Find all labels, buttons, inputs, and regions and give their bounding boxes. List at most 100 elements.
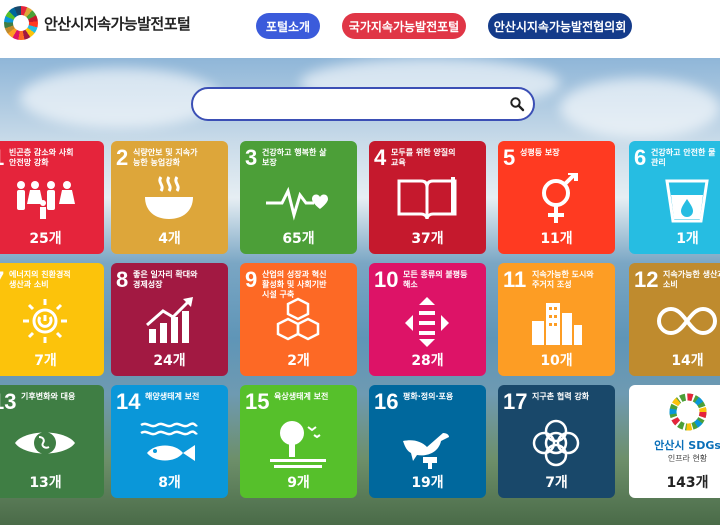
goal-title: 에너지의 친환경적 생산과 소비 xyxy=(9,270,71,289)
city-icon xyxy=(532,303,582,345)
goal-title: 지속가능한 도시와 주거지 조성 xyxy=(532,270,594,289)
cubes-icon xyxy=(276,297,320,341)
goal-number: 17 xyxy=(503,389,528,414)
goal-count: 24개 xyxy=(153,353,186,369)
goal-number: 7 xyxy=(0,267,4,293)
goal-count: 7개 xyxy=(34,353,57,369)
goal-title: 기후변화와 대응 xyxy=(21,392,76,401)
dove-icon xyxy=(403,433,449,469)
goal-count: 13개 xyxy=(29,475,62,491)
search-icon[interactable] xyxy=(509,96,525,112)
sdg-goal-tile-2[interactable]: 2 식량안보 및 지속가능한 농업강화 4개 xyxy=(111,141,228,254)
goal-number: 15 xyxy=(245,389,270,414)
goal-title: 지구촌 협력 강화 xyxy=(532,392,590,401)
growth-chart-icon xyxy=(146,297,193,343)
nav-council-button[interactable]: 안산시지속가능발전협의회 xyxy=(488,13,632,39)
goal-count: 9개 xyxy=(287,475,310,491)
heartbeat-icon xyxy=(266,186,328,221)
goal-number: 13 xyxy=(0,389,17,414)
goal-number: 6 xyxy=(634,145,647,170)
goal-number: 11 xyxy=(503,267,527,292)
cloud xyxy=(20,68,220,128)
goal-title: 모든 종류의 불평등 해소 xyxy=(403,270,468,289)
sdg-goal-tile-17[interactable]: 17 지구촌 협력 강화 7개 xyxy=(498,385,615,498)
goal-count: 1개 xyxy=(676,231,699,247)
goal-title: 식량안보 및 지속가능한 농업강화 xyxy=(133,148,198,167)
goal-number: 9 xyxy=(245,267,258,292)
site-header: 안산시지속가능발전포털 포털소개 국가지속가능발전포털 안산시지속가능발전협의회 xyxy=(0,0,720,58)
goal-number: 14 xyxy=(116,389,141,414)
infinity-icon xyxy=(657,306,717,336)
cloud xyxy=(560,78,720,138)
sun-power-icon xyxy=(23,299,67,343)
goal-count: 8개 xyxy=(158,475,181,491)
sdg-wheel-icon xyxy=(669,393,707,431)
goal-count: 10개 xyxy=(540,353,573,369)
infra-subtitle: 인프라 현황 xyxy=(667,454,708,463)
goal-title: 성평등 보장 xyxy=(520,148,560,157)
sdg-goal-tile-14[interactable]: 14 해양생태계 보전 8개 xyxy=(111,385,228,498)
goal-title: 지속가능한 생산과 소비 xyxy=(663,270,720,289)
food-bowl-icon xyxy=(145,176,193,219)
infra-title: 안산시 SDGs xyxy=(654,439,720,452)
goal-count: 37개 xyxy=(411,231,444,247)
sdg-goal-tile-13[interactable]: 13 기후변화와 대응 13개 xyxy=(0,385,104,498)
sdg-goal-tile-16[interactable]: 16 평화·정의·포용 19개 xyxy=(369,385,486,498)
sdg-goal-tile-15[interactable]: 15 육상생태계 보전 9개 xyxy=(240,385,357,498)
goal-number: 2 xyxy=(116,145,129,170)
goal-count: 65개 xyxy=(282,231,315,247)
rings-icon xyxy=(532,419,580,467)
sdg-goal-tile-11[interactable]: 11 지속가능한 도시와 주거지 조성 10개 xyxy=(498,263,615,376)
goal-number: 16 xyxy=(374,389,399,414)
equality-icon xyxy=(405,297,449,347)
goal-count: 25개 xyxy=(29,231,62,247)
eye-globe-icon xyxy=(15,432,75,454)
sdg-goal-tile-4[interactable]: 4 모두를 위한 양질의 교육 37개 xyxy=(369,141,486,254)
goal-count: 14개 xyxy=(671,353,704,369)
goal-number: 5 xyxy=(503,145,516,170)
goal-title: 육상생태계 보전 xyxy=(274,392,329,401)
sdg-goal-tile-1[interactable]: 1 빈곤층 감소와 사회안전망 강화 25개 xyxy=(0,141,104,254)
sdg-goal-tile-6[interactable]: 6 건강하고 안전한 물관리 1개 xyxy=(629,141,720,254)
gender-icon xyxy=(542,173,578,223)
water-icon xyxy=(665,179,709,223)
goal-title: 모두를 위한 양질의 교육 xyxy=(391,148,456,167)
infra-status-tile[interactable]: 안산시 SDGs 인프라 현황 143개 xyxy=(629,385,720,498)
goal-number: 1 xyxy=(0,145,4,171)
search-box xyxy=(191,87,535,121)
sdg-goal-tile-10[interactable]: 10 모든 종류의 불평등 해소 28개 xyxy=(369,263,486,376)
people-icon xyxy=(17,181,75,219)
infra-count: 143개 xyxy=(666,475,709,491)
goal-count: 4개 xyxy=(158,231,181,247)
fish-icon xyxy=(140,422,198,461)
book-icon xyxy=(397,177,457,220)
goal-number: 3 xyxy=(245,145,258,170)
search-input[interactable] xyxy=(207,95,511,117)
goal-count: 28개 xyxy=(411,353,444,369)
goal-number: 4 xyxy=(374,145,387,170)
goal-title: 건강하고 안전한 물관리 xyxy=(651,148,716,167)
site-logo[interactable]: 안산시지속가능발전포털 xyxy=(4,6,191,40)
sdg-wheel-icon xyxy=(4,6,38,40)
goal-count: 11개 xyxy=(540,231,573,247)
sdg-goal-tile-8[interactable]: 8 좋은 일자리 확대와 경제성장 24개 xyxy=(111,263,228,376)
sdg-goal-tile-12[interactable]: 12 지속가능한 생산과 소비 14개 xyxy=(629,263,720,376)
goal-number: 10 xyxy=(374,267,399,292)
goal-title: 해양생태계 보전 xyxy=(145,392,200,401)
sdg-goal-tile-9[interactable]: 9 산업의 성장과 혁신 활성화 및 사회기반시설 구축 2개 xyxy=(240,263,357,376)
sdg-goal-tile-7[interactable]: 7 에너지의 친환경적 생산과 소비 7개 xyxy=(0,263,104,376)
goal-title: 빈곤층 감소와 사회안전망 강화 xyxy=(9,148,74,167)
goal-number: 8 xyxy=(116,267,129,292)
tree-icon xyxy=(270,421,326,468)
goal-count: 19개 xyxy=(411,475,444,491)
goal-title: 평화·정의·포용 xyxy=(403,392,454,401)
sdg-goal-tile-3[interactable]: 3 건강하고 행복한 삶 보장 65개 xyxy=(240,141,357,254)
sdg-goal-tile-5[interactable]: 5 성평등 보장 11개 xyxy=(498,141,615,254)
goal-count: 7개 xyxy=(545,475,568,491)
goal-title: 건강하고 행복한 삶 보장 xyxy=(262,148,327,167)
logo-text: 안산시지속가능발전포털 xyxy=(44,14,191,33)
goal-count: 2개 xyxy=(287,353,310,369)
goal-title: 좋은 일자리 확대와 경제성장 xyxy=(133,270,198,289)
nav-portal-intro-button[interactable]: 포털소개 xyxy=(256,13,320,39)
nav-national-portal-button[interactable]: 국가지속가능발전포털 xyxy=(342,13,466,39)
